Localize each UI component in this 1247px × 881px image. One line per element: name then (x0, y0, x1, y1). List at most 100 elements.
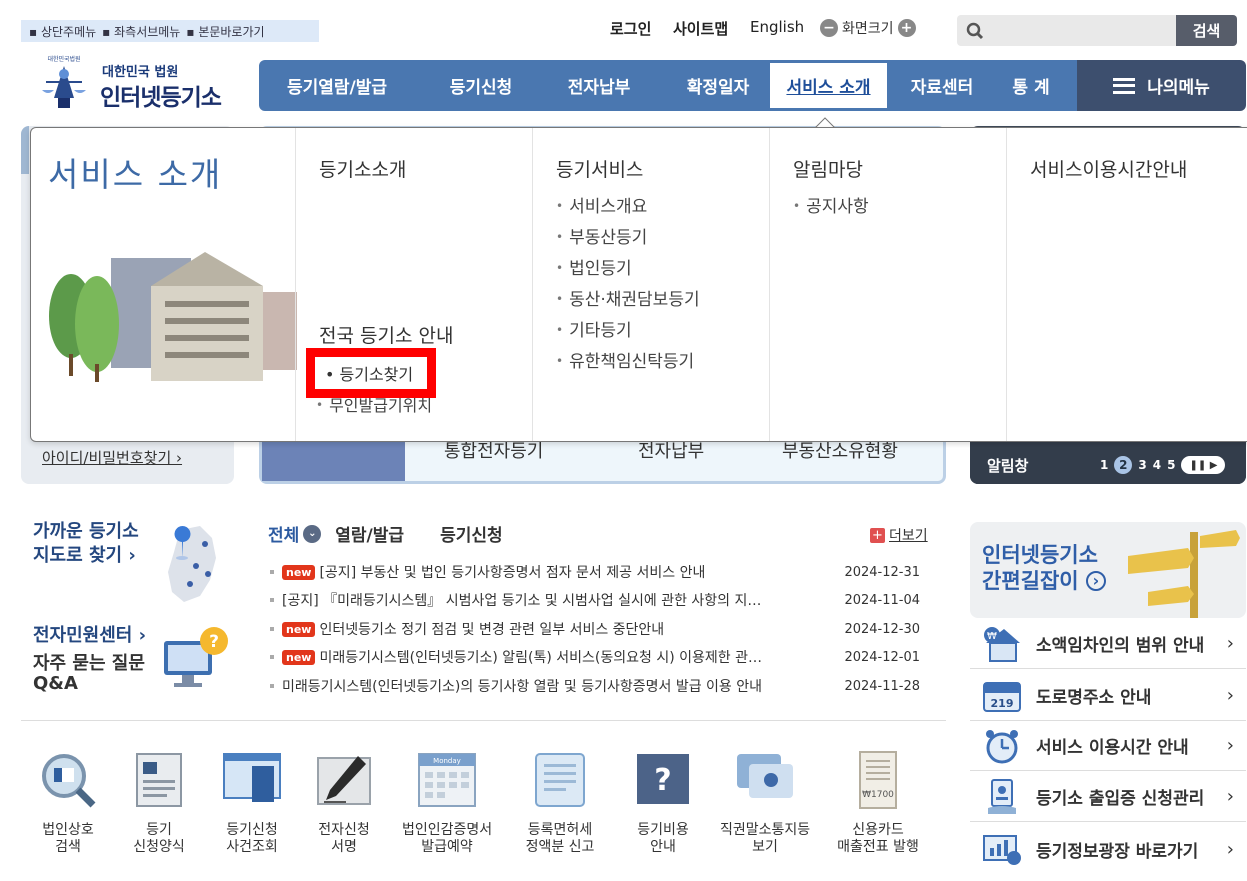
quick-corp-name-search[interactable]: 법인상호 검색 (23, 750, 113, 856)
search-input[interactable] (993, 19, 1173, 42)
registry-data-plaza-link[interactable]: 등기정보광장 바로가기 › (970, 824, 1246, 874)
notice-tab-all[interactable]: 전체 (268, 521, 299, 546)
menu-item-service-overview[interactable]: 서비스개요 (556, 192, 700, 223)
menu-item-announcements[interactable]: 공지사항 (793, 192, 869, 223)
notice-pager: 1 2 3 4 5 ❚❚ ▶ (1100, 456, 1226, 474)
chevron-right-icon: › (1226, 685, 1234, 706)
nav-tab-view-issue[interactable]: 등기열람/발급 (273, 60, 401, 111)
nav-tab-statistics[interactable]: 통 계 (993, 60, 1069, 111)
menu-item-limited-trust[interactable]: 유한책임신탁등기 (556, 347, 700, 378)
nearby-registry-map-link[interactable]: 가까운 등기소 지도로 찾기 › (33, 520, 139, 568)
more-link[interactable]: + 더보기 (870, 525, 928, 545)
service-hours-link[interactable]: 서비스 이용시간 안내 › (970, 721, 1246, 771)
nav-tab-service-intro[interactable]: 서비스 소개 (770, 63, 887, 108)
site-logo[interactable]: 대한민국법원 대한민국 법원 인터넷등기소 (30, 52, 250, 116)
signpost-icon (1128, 530, 1240, 618)
english-link[interactable]: English (750, 18, 804, 36)
dropdown-col-registry-service: 등기서비스 서비스개요 부동산등기 법인등기 동산·채권담보등기 기타등기 유한… (532, 128, 770, 441)
menu-item-movable-collateral[interactable]: 동산·채권담보등기 (556, 285, 700, 316)
right-link-label: 서비스 이용시간 안내 (1036, 738, 1189, 758)
pager-5[interactable]: 5 (1167, 458, 1175, 472)
quick-card-receipt-issue[interactable]: ₩1700 신용카드 매출전표 발행 (833, 750, 923, 856)
zoom-out-icon[interactable]: − (820, 19, 838, 37)
guide-title-line2: 간편길잡이 (982, 569, 1079, 593)
quick-ex-officio-cancellation[interactable]: 직권말소통지등 보기 (720, 750, 810, 856)
col-heading-service-hours[interactable]: 서비스이용시간안내 (1030, 155, 1187, 182)
notice-row[interactable]: new 인터넷등기소 정기 점검 및 변경 관련 일부 서비스 중단안내 202… (270, 618, 930, 640)
zoom-in-icon[interactable]: + (897, 19, 916, 37)
sitemap-link[interactable]: 사이트맵 (673, 18, 728, 39)
seal-text: 대한민국법원 (47, 55, 80, 63)
chevron-right-icon: › (1226, 786, 1234, 807)
id-card-hand-icon (988, 778, 1016, 814)
icon-caption-line1: 직권말소통지등 (720, 822, 811, 838)
right-link-label: 도로명주소 안내 (1036, 688, 1152, 708)
registry-access-pass-link[interactable]: 등기소 출입증 신청관리 › (970, 772, 1246, 822)
search-button[interactable]: 검색 (1176, 15, 1237, 46)
pager-3[interactable]: 3 (1138, 458, 1146, 472)
new-badge: new (282, 649, 316, 665)
quick-application-forms[interactable]: 등기 신청양식 (114, 750, 204, 856)
find-id-password-link[interactable]: 아이디/비밀번호찾기 › (42, 447, 182, 468)
col-subheading-nationwide[interactable]: 전국 등기소 안내 (319, 321, 453, 348)
faq-link[interactable]: 자주 묻는 질문 Q&A (33, 654, 145, 694)
notice-row[interactable]: new [공지] 부동산 및 법인 등기사항증명서 점자 문서 제공 서비스 안… (270, 561, 930, 583)
chevron-down-icon[interactable]: ⌄ (303, 524, 322, 543)
notice-title: [공지] 부동산 및 법인 등기사항증명서 점자 문서 제공 서비스 안내 (319, 565, 706, 581)
notice-title: 미래등기시스템(인터넷등기소) 알림(톡) 서비스(동의요청 시) 이용제한 관… (319, 650, 763, 666)
my-menu-button[interactable]: 나의메뉴 (1077, 60, 1246, 111)
notice-row[interactable]: 미래등기시스템(인터넷등기소)의 등기사항 열람 및 등기사항증명서 발급 이용… (270, 675, 930, 697)
login-link[interactable]: 로그인 (610, 18, 651, 39)
small-tenant-scope-link[interactable]: ₩ 소액임차인의 범위 안내 › (970, 619, 1246, 669)
notice-tab-view-issue[interactable]: 열람/발급 (335, 521, 404, 546)
e-civil-center-link[interactable]: 전자민원센터 › (33, 621, 146, 647)
notice-tab-apply[interactable]: 등기신청 (440, 521, 503, 546)
pager-2[interactable]: 2 (1114, 456, 1133, 474)
quick-case-lookup[interactable]: 등기신청 사건조회 (207, 750, 297, 856)
menu-item-corporate[interactable]: 법인등기 (556, 254, 700, 285)
quick-seal-certificate-reservation[interactable]: Monday 법인인감증명서 발급예약 (402, 750, 492, 856)
col-heading-registry-intro[interactable]: 등기소소개 (319, 155, 406, 182)
new-badge: new (282, 621, 316, 637)
skip-link-content[interactable]: ▪ 본문바로가기 (186, 23, 264, 40)
notice-date: 2024-11-28 (844, 678, 920, 694)
nav-tab-data-center[interactable]: 자료센터 (891, 60, 993, 111)
notice-row[interactable]: [공지] 『미래등기시스템』 시범사업 등기소 및 시범사업 실시에 관한 사항… (270, 589, 930, 611)
road-address-link[interactable]: 219 도로명주소 안내 › (970, 671, 1246, 721)
hamburger-icon (1113, 77, 1136, 94)
menu-item-find-registry-highlighted[interactable]: • 등기소찾기 (306, 348, 436, 398)
menu-item-real-estate[interactable]: 부동산등기 (556, 223, 700, 254)
easy-guide-banner[interactable]: 인터넷등기소 간편길잡이 › (970, 522, 1246, 618)
korea-map-icon (168, 526, 216, 602)
col-heading-notice[interactable]: 알림마당 (793, 155, 863, 182)
map-title-line1: 가까운 등기소 (33, 521, 139, 542)
skip-link-top-menu[interactable]: ▪ 상단주메뉴 (29, 23, 96, 40)
quick-e-signature[interactable]: 전자신청 서명 (299, 750, 389, 856)
map-title-line2: 지도로 찾기 › (33, 545, 136, 566)
quick-registration-tax-report[interactable]: 등록면허세 정액분 신고 (515, 750, 605, 856)
zoom-control: − 화면크기 + (820, 18, 916, 38)
nav-tab-fixed-date[interactable]: 확정일자 (663, 60, 773, 111)
magnifier-document-icon (42, 754, 96, 808)
right-link-label: 등기소 출입증 신청관리 (1036, 789, 1205, 809)
chevron-right-icon: › (1226, 633, 1234, 654)
right-link-label: 소액임차인의 범위 안내 (1036, 636, 1205, 656)
book-icon (535, 753, 585, 807)
quick-registration-fee-guide[interactable]: ? 등기비용 안내 (618, 750, 708, 856)
menu-item-other[interactable]: 기타등기 (556, 316, 700, 347)
question-document-icon: ? (637, 754, 689, 804)
logo-title: 인터넷등기소 (100, 85, 222, 111)
skip-link-left-menu[interactable]: ▪ 좌측서브메뉴 (102, 23, 180, 40)
notice-row[interactable]: new 미래등기시스템(인터넷등기소) 알림(톡) 서비스(동의요청 시) 이용… (270, 646, 930, 668)
nav-tab-apply[interactable]: 등기신청 (431, 60, 531, 111)
pager-4[interactable]: 4 (1153, 458, 1161, 472)
service-intro-dropdown: 서비스 소개 등기소소개 전국 등기소 안내 무인발급기위치 • 등기소찾기 등… (30, 127, 1247, 442)
col-heading-registry-service[interactable]: 등기서비스 (556, 155, 643, 182)
nav-tab-e-payment[interactable]: 전자납부 (549, 60, 649, 111)
search-icon (966, 22, 984, 40)
road-sign-icon: 219 (983, 681, 1021, 712)
notice-title: [공지] 『미래등기시스템』 시범사업 등기소 및 시범사업 실시에 관한 사항… (282, 593, 762, 609)
pager-1[interactable]: 1 (1100, 458, 1108, 472)
road-sign-number: 219 (991, 697, 1014, 710)
pause-play-icon[interactable]: ❚❚ ▶ (1181, 456, 1226, 474)
